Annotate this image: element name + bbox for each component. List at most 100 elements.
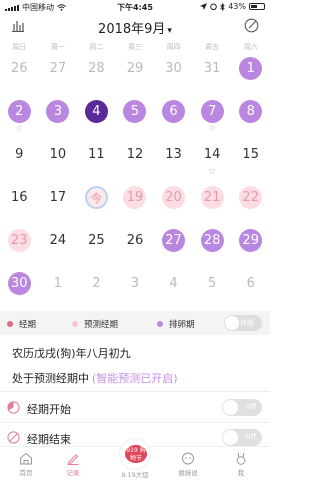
- calendar-day[interactable]: 5: [193, 267, 232, 310]
- day-number: 15: [242, 147, 259, 162]
- calendar-day[interactable]: 17: [39, 181, 78, 224]
- home-icon: [20, 452, 32, 465]
- calendar-day[interactable]: 8: [231, 95, 270, 138]
- calendar-day[interactable]: 6: [154, 95, 193, 138]
- calendar-day[interactable]: 3: [116, 267, 155, 310]
- calendar-day[interactable]: 30: [0, 267, 39, 310]
- detail-toggle[interactable]: 详细: [224, 315, 262, 331]
- calendar-day[interactable]: 29: [116, 52, 155, 95]
- period-start-icon: [7, 401, 20, 414]
- calendar-day[interactable]: 9: [0, 138, 39, 181]
- tab-promo[interactable]: 919 购物节 9.19大促: [111, 438, 159, 480]
- calendar-day[interactable]: 3: [39, 95, 78, 138]
- calendar-day[interactable]: 14 ♡: [193, 138, 232, 181]
- day-number: 20: [162, 186, 186, 209]
- period-end-toggle[interactable]: off: [222, 429, 262, 446]
- calendar-day[interactable]: 16: [0, 181, 39, 224]
- calendar-day[interactable]: 4: [154, 267, 193, 310]
- day-info: 农历戊戌(狗)年八月初九 处于预测经期中 (智能预测已开启): [12, 341, 258, 386]
- calendar-day[interactable]: 1: [231, 52, 270, 95]
- status-bar: 中国移动 下午4:45 43%: [0, 0, 270, 14]
- calendar-day[interactable]: 19: [116, 181, 155, 224]
- period-start-label: 经期开始: [27, 403, 71, 416]
- bluetooth-icon: [220, 2, 225, 11]
- weekday-label: 周二: [89, 43, 104, 51]
- calendar-day[interactable]: 24: [39, 224, 78, 267]
- day-number: 7: [200, 100, 224, 123]
- calendar-day[interactable]: 26: [0, 52, 39, 95]
- day-number: 30: [165, 61, 182, 76]
- day-number: 19: [123, 186, 147, 209]
- weekday-label: 周日: [12, 43, 27, 51]
- tab-record[interactable]: 记录: [53, 447, 93, 480]
- period-start-toggle[interactable]: off: [222, 399, 262, 416]
- day-number: 14: [203, 147, 221, 162]
- calendar-grid: 26 27 28 29 30 31 1 2 ♡ 3 4 5 6 7 ♡ 8 9 10 11 12 13 14 ♡ 15 16 17…: [0, 52, 270, 310]
- calendar-day[interactable]: 21: [193, 181, 232, 224]
- weekday-label: 周六: [243, 43, 258, 51]
- calendar-day[interactable]: 22: [231, 181, 270, 224]
- day-number: 1: [239, 57, 263, 80]
- chat-icon: [182, 452, 194, 465]
- day-number: 2: [92, 276, 101, 291]
- edit-circle-icon[interactable]: [244, 18, 259, 33]
- ovulation-dot-icon: [157, 321, 163, 327]
- calendar-day[interactable]: 20: [154, 181, 193, 224]
- calendar-day[interactable]: 23: [0, 224, 39, 267]
- calendar-day[interactable]: 28: [77, 52, 116, 95]
- tab-home[interactable]: 首页: [6, 447, 46, 480]
- heart-icon: ♡: [16, 125, 23, 133]
- legend-predicted-label: 预测经期: [84, 320, 119, 330]
- tab-sister[interactable]: 姐妹说: [168, 447, 208, 480]
- calendar-day[interactable]: 27: [39, 52, 78, 95]
- weekday-label: 周四: [166, 43, 181, 51]
- today-marker: 今: [84, 186, 108, 209]
- period-end-icon: [7, 431, 20, 444]
- calendar-day[interactable]: 25: [77, 224, 116, 267]
- tab-me[interactable]: 我: [221, 447, 261, 480]
- calendar-day[interactable]: 31: [193, 52, 232, 95]
- calendar-day[interactable]: 2 ♡: [0, 95, 39, 138]
- calendar-day[interactable]: 7 ♡: [193, 95, 232, 138]
- day-number: 4: [169, 276, 178, 291]
- calendar-day[interactable]: 28: [193, 224, 232, 267]
- calendar-day[interactable]: 12: [116, 138, 155, 181]
- day-number: 23: [7, 229, 31, 252]
- month-title: 2018年9月: [98, 22, 166, 37]
- calendar-day[interactable]: 4: [77, 95, 116, 138]
- day-number: 3: [130, 276, 140, 291]
- detail-toggle-label: 详细: [240, 319, 254, 327]
- calendar-day[interactable]: 6: [231, 267, 270, 310]
- day-number: 6: [162, 100, 186, 123]
- day-number: 8: [239, 100, 263, 123]
- period-start-row: 经期开始 off: [0, 394, 270, 422]
- tab-bar: 首页 记录 919 购物节 9.19大促 姐妹说 我: [0, 438, 270, 480]
- tab-promo-label: 9.19大促: [121, 471, 149, 479]
- day-number: 3: [46, 100, 70, 123]
- smart-prediction-link[interactable]: (智能预测已开启): [92, 372, 178, 385]
- divider: [0, 422, 270, 423]
- promo-badge: 919 购物节: [125, 445, 147, 463]
- calendar-day[interactable]: 10: [39, 138, 78, 181]
- calendar-day[interactable]: 27: [154, 224, 193, 267]
- calendar-day[interactable]: 26: [116, 224, 155, 267]
- calendar-day[interactable]: 11: [77, 138, 116, 181]
- calendar-day[interactable]: 30: [154, 52, 193, 95]
- calendar-day[interactable]: 5: [116, 95, 155, 138]
- calendar-day[interactable]: 15: [231, 138, 270, 181]
- calendar-day[interactable]: 29: [231, 224, 270, 267]
- legend-period-label: 经期: [19, 320, 37, 330]
- period-end-label: 经期结束: [27, 433, 71, 446]
- period-start-toggle-label: off: [245, 402, 256, 411]
- tab-record-label: 记录: [66, 469, 80, 477]
- calendar-day[interactable]: 今: [77, 181, 116, 224]
- month-selector[interactable]: 2018年9月 ▾: [0, 18, 270, 37]
- calendar-day[interactable]: 2: [77, 267, 116, 310]
- status-right: 43%: [200, 2, 265, 11]
- calendar-day[interactable]: 1: [39, 267, 78, 310]
- legend-ovulation-label: 排卵期: [169, 320, 195, 330]
- calendar-day[interactable]: 13: [154, 138, 193, 181]
- promo-icon: 919 购物节: [119, 438, 151, 470]
- weekday-label: 周一: [50, 43, 65, 51]
- legend-ovulation: 排卵期: [157, 318, 195, 330]
